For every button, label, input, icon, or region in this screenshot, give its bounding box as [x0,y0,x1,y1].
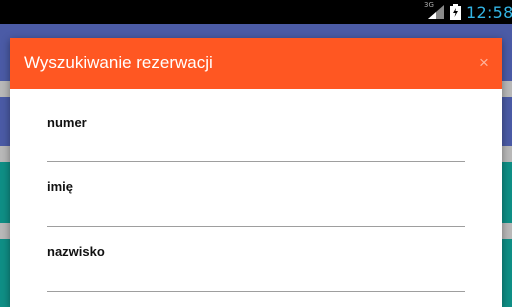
first-name-label: imię [47,179,74,194]
search-reservation-dialog: Wyszukiwanie rezerwacji × numer imię naz… [10,38,502,307]
dialog-title: Wyszukiwanie rezerwacji [24,53,213,72]
battery-charging-icon [450,4,461,20]
status-bar: 3G 12:58 [0,0,512,24]
first-name-input[interactable] [47,204,465,227]
number-label: numer [47,115,87,130]
number-input[interactable] [47,139,465,162]
last-name-input[interactable] [47,269,465,292]
clock: 12:58 [466,3,512,22]
last-name-label: nazwisko [47,244,105,259]
dialog-header: Wyszukiwanie rezerwacji × [10,38,502,89]
close-icon[interactable]: × [472,51,496,75]
signal-icon [428,5,444,19]
